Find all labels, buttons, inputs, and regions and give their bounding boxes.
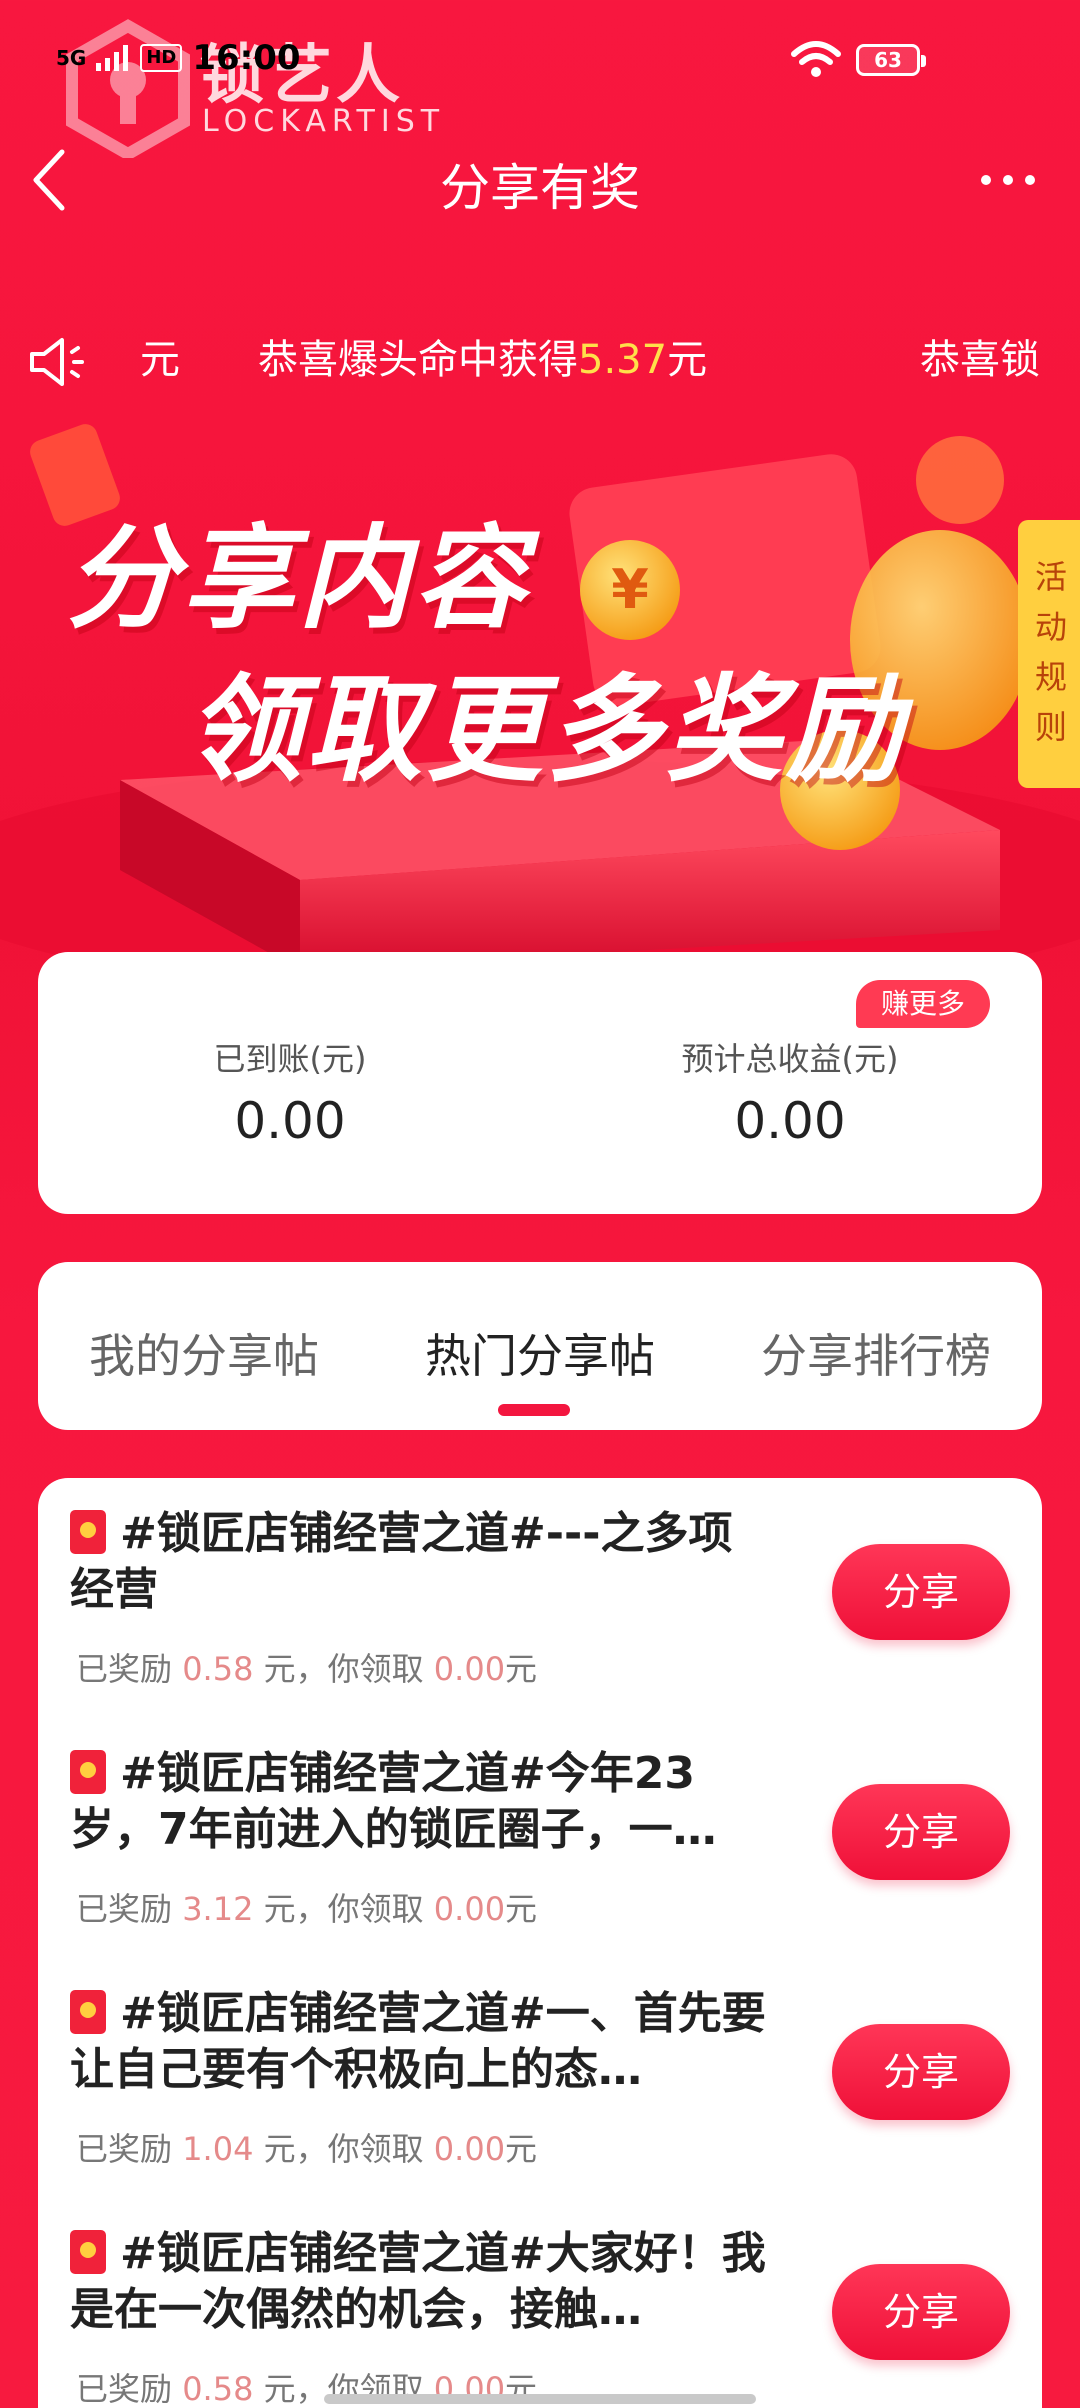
received-label: 已到账(元)	[213, 1040, 367, 1078]
claimed-amount: 0.00	[433, 2130, 506, 2168]
ticker-amount: 5.37	[578, 337, 668, 383]
rewarded-amount: 0.58	[182, 1650, 254, 1688]
post-reward-info: 已奖励 0.58 元，你领取 0.00元	[76, 1650, 538, 1688]
claimed-amount: 0.00	[433, 1650, 506, 1688]
estimated-label: 预计总收益(元)	[681, 1040, 899, 1078]
ticker-item: 恭喜爆头命中获得5.37元	[258, 320, 707, 400]
post-title[interactable]: #锁匠店铺经营之道#大家好！我是在一次偶然的机会，接触…	[70, 2226, 770, 2338]
estimated-value: 0.00	[734, 1092, 846, 1150]
tab-share-ranking[interactable]: 分享排行榜	[726, 1320, 1026, 1386]
ticker-item: 恭喜锁	[920, 337, 1040, 383]
tab-my-shares[interactable]: 我的分享帖	[54, 1320, 354, 1386]
page-title: 分享有奖	[440, 159, 640, 217]
announcement-ticker: 元 恭喜爆头命中获得5.37元 恭喜锁	[140, 320, 1045, 400]
share-button[interactable]: 分享	[832, 2024, 1010, 2120]
post-title[interactable]: #锁匠店铺经营之道#一、首先要让自己要有个积极向上的态…	[70, 1986, 770, 2098]
share-button[interactable]: 分享	[832, 2264, 1010, 2360]
watermark-subtext: LOCKARTIST	[202, 104, 446, 139]
ticker-unit: 元	[667, 337, 708, 383]
signal-icon	[96, 45, 129, 71]
hd-badge: HD	[140, 44, 183, 72]
banner-subheadline: 领取更多奖励	[186, 663, 906, 798]
red-envelope-icon	[70, 1750, 106, 1794]
share-button[interactable]: 分享	[832, 1784, 1010, 1880]
claimed-amount: 0.00	[433, 1890, 506, 1928]
network-indicator: 5G	[56, 46, 87, 70]
speaker-icon	[30, 338, 84, 386]
more-button[interactable]	[978, 160, 1038, 200]
ticker-item: 元	[140, 337, 180, 383]
home-indicator[interactable]	[324, 2394, 756, 2404]
battery-indicator: 63	[856, 44, 926, 76]
post-title[interactable]: #锁匠店铺经营之道#今年23岁，7年前进入的锁匠圈子，一…	[70, 1746, 770, 1858]
rewarded-amount: 0.58	[182, 2370, 254, 2408]
tab-hot-shares[interactable]: 热门分享帖	[390, 1320, 690, 1386]
ticker-text: 恭喜爆头命中获得	[258, 337, 578, 383]
svg-text:¥: ¥	[611, 558, 649, 621]
red-envelope-icon	[70, 2230, 106, 2274]
status-left: 5G HD 16:00	[56, 38, 301, 78]
red-envelope-icon	[70, 1990, 106, 2034]
received-value: 0.00	[234, 1092, 346, 1150]
more-horizontal-icon	[981, 175, 1035, 185]
status-time: 16:00	[192, 38, 301, 78]
banner-headline: 分享内容	[66, 514, 530, 644]
rewarded-amount: 3.12	[182, 1890, 254, 1928]
post-reward-info: 已奖励 3.12 元，你领取 0.00元	[76, 1890, 538, 1928]
rewarded-amount: 1.04	[182, 2130, 254, 2168]
wifi-icon	[791, 41, 841, 77]
post-reward-info: 已奖励 1.04 元，你领取 0.00元	[76, 2130, 538, 2168]
activity-rules-tab[interactable]: 活动规则	[1018, 520, 1080, 788]
post-title[interactable]: #锁匠店铺经营之道#---之多项经营	[70, 1506, 770, 1618]
share-button[interactable]: 分享	[832, 1544, 1010, 1640]
active-tab-indicator	[498, 1404, 570, 1416]
red-envelope-icon	[70, 1510, 106, 1554]
earn-more-badge[interactable]: 赚更多	[856, 980, 990, 1028]
